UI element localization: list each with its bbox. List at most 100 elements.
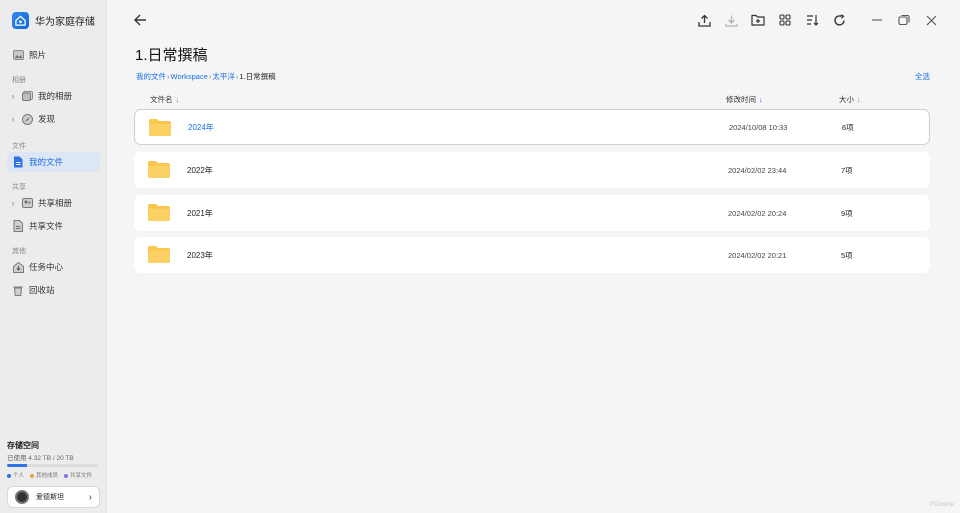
sidebar-item-label: 发现: [38, 114, 56, 124]
grid-icon: [779, 14, 791, 26]
sidebar-item-label: 我的相册: [38, 91, 73, 101]
file-count: 6项: [842, 122, 854, 132]
sort-arrow-icon: ↓: [857, 95, 861, 104]
toolbar: [696, 12, 847, 28]
sidebar-item-label: 回收站: [29, 285, 55, 295]
folder-icon: [148, 246, 170, 263]
breadcrumb-item-pacific[interactable]: 太平洋: [212, 71, 235, 82]
file-row[interactable]: 2022年 2024/02/02 23:44 7项: [134, 152, 930, 188]
watermark: PConline: [929, 502, 954, 508]
breadcrumb-item-my-files[interactable]: 我的文件: [136, 71, 166, 82]
storage-used-text: 已使用 4.32 TB / 20 TB: [7, 455, 74, 462]
file-row[interactable]: 2024年 2024/10/08 10:33 6项: [134, 109, 930, 145]
section-label-share: 共享: [12, 184, 26, 191]
chevron-right-icon: ›: [88, 491, 92, 503]
sidebar-item-discover[interactable]: › 发现: [7, 109, 100, 129]
file-name: 2021年: [187, 208, 213, 218]
chevron-right-icon[interactable]: ›: [8, 198, 18, 208]
sidebar-item-shared-album[interactable]: › 共享相册: [7, 193, 100, 213]
close-icon: [926, 15, 936, 25]
minimize-icon: [872, 19, 882, 21]
minimize-button[interactable]: [869, 12, 885, 28]
sidebar-item-label: 共享相册: [38, 198, 73, 208]
sort-icon: [806, 15, 818, 26]
download-button[interactable]: [723, 12, 739, 28]
close-button[interactable]: [923, 12, 939, 28]
chevron-right-icon: ›: [167, 72, 170, 81]
sort-arrow-icon: ↓: [759, 95, 763, 104]
breadcrumb-item-workspace[interactable]: Workspace: [171, 72, 208, 81]
file-name: 2024年: [188, 122, 214, 132]
upload-button[interactable]: [696, 12, 712, 28]
shared-album-icon: [21, 197, 33, 209]
user-name: 爱德斯坦: [36, 494, 64, 501]
legend-item-personal: 个人: [7, 471, 24, 479]
page-title: 1.日常撰稿: [135, 47, 208, 64]
section-label-other: 其他: [12, 248, 26, 255]
file-count: 5项: [841, 250, 853, 260]
shared-file-icon: [12, 220, 24, 232]
download-icon: [724, 15, 738, 27]
legend-item-shared-files: 共享文件: [64, 471, 92, 479]
column-header-name[interactable]: 文件名 ↓: [150, 94, 179, 105]
storage-title: 存储空间: [7, 441, 39, 450]
sidebar-item-task-center[interactable]: 任务中心: [7, 257, 100, 277]
chevron-right-icon: ›: [208, 72, 212, 81]
file-name: 2023年: [187, 250, 213, 260]
trash-icon: [12, 284, 24, 296]
folder-icon: [149, 119, 171, 136]
sidebar: 华为家庭存储 照片 相册 › 我的相册 › 发现 文件 我的文件 共享 › 共享…: [0, 0, 107, 513]
new-folder-button[interactable]: [750, 12, 766, 28]
column-header-size[interactable]: 大小 ↓: [839, 94, 861, 105]
album-icon: [21, 90, 33, 102]
sidebar-item-label: 我的文件: [29, 157, 64, 167]
main-panel: 1.日常撰稿 我的文件 › Workspace › 太平洋 › 1.日常撰稿 全…: [107, 0, 960, 513]
chevron-right-icon: ›: [235, 72, 239, 81]
home-storage-icon: [12, 12, 29, 29]
file-date: 2024/02/02 20:24: [728, 208, 787, 218]
arrow-left-icon: [133, 14, 146, 26]
new-folder-icon: [751, 14, 765, 26]
sidebar-item-label: 照片: [29, 50, 47, 60]
file-row[interactable]: 2023年 2024/02/02 20:21 5项: [134, 237, 930, 273]
sidebar-item-recycle-bin[interactable]: 回收站: [7, 280, 100, 300]
restore-button[interactable]: [896, 12, 912, 28]
app-title: 华为家庭存储: [35, 17, 95, 28]
file-icon: [12, 156, 24, 168]
section-label-album: 相册: [12, 77, 26, 84]
chevron-right-icon[interactable]: ›: [8, 91, 18, 101]
sidebar-item-shared-files[interactable]: 共享文件: [7, 216, 100, 236]
back-button[interactable]: [132, 12, 148, 28]
select-all-button[interactable]: 全选: [915, 71, 930, 82]
breadcrumb-item-current: 1.日常撰稿: [239, 72, 276, 81]
discover-icon: [21, 113, 33, 125]
column-header-modified[interactable]: 修改时间 ↓: [726, 94, 763, 105]
sidebar-item-photos[interactable]: 照片: [7, 45, 100, 65]
section-label-files: 文件: [12, 143, 26, 150]
file-name: 2022年: [187, 165, 213, 175]
upload-icon: [697, 14, 711, 27]
user-card[interactable]: 爱德斯坦 ›: [7, 486, 100, 508]
file-count: 9项: [841, 208, 853, 218]
task-icon: [12, 261, 24, 273]
grid-view-button[interactable]: [777, 12, 793, 28]
storage-legend: 个人 其他成员 共享文件: [7, 471, 92, 479]
file-date: 2024/02/02 20:21: [728, 250, 787, 260]
file-date: 2024/02/02 23:44: [728, 165, 787, 175]
storage-progress-bar: [7, 464, 98, 467]
app-header: 华为家庭存储: [12, 12, 95, 29]
sidebar-item-my-files[interactable]: 我的文件: [7, 152, 100, 172]
folder-icon: [148, 161, 170, 178]
breadcrumb: 我的文件 › Workspace › 太平洋 › 1.日常撰稿: [136, 71, 276, 82]
sort-button[interactable]: [804, 12, 820, 28]
storage-progress-fill: [7, 464, 27, 467]
folder-icon: [148, 204, 170, 221]
file-row[interactable]: 2021年 2024/02/02 20:24 9项: [134, 195, 930, 231]
refresh-button[interactable]: [831, 12, 847, 28]
sidebar-item-my-album[interactable]: › 我的相册: [7, 86, 100, 106]
file-count: 7项: [841, 165, 853, 175]
sidebar-item-label: 共享文件: [29, 221, 64, 231]
chevron-right-icon[interactable]: ›: [8, 114, 18, 124]
file-date: 2024/10/08 10:33: [729, 122, 788, 132]
refresh-icon: [833, 13, 845, 26]
